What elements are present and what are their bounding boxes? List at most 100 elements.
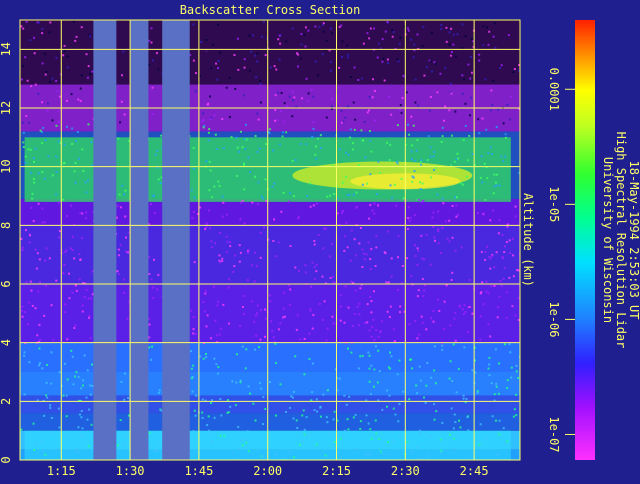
speckle [434,166,437,169]
speckle [357,324,360,327]
data-gap [130,20,149,460]
speckle [294,159,297,162]
speckle [368,453,371,456]
speckle [506,103,509,106]
speckle [451,271,454,274]
speckle [493,284,496,287]
speckle [429,155,432,158]
speckle [349,128,352,131]
speckle [331,164,334,167]
speckle [487,367,490,370]
speckle [215,147,218,150]
speckle [458,305,461,308]
speckle [390,275,393,278]
speckle [416,337,419,340]
speckle [453,317,456,320]
speckle [410,358,413,361]
speckle [354,313,357,316]
speckle [160,134,163,137]
speckle [478,53,481,56]
speckle [51,77,54,80]
speckle [123,113,126,116]
y-tick-label: 6 [0,280,13,287]
speckle [77,376,80,379]
speckle [157,68,160,71]
speckle [39,362,42,365]
speckle [443,328,446,331]
speckle [81,310,84,313]
speckle [124,215,127,218]
speckle [332,322,335,325]
speckle [41,441,44,444]
speckle [244,123,247,126]
speckle [190,309,193,312]
speckle [476,391,479,394]
speckle [357,164,360,167]
speckle [349,76,352,79]
speckle [87,65,90,68]
speckle [313,239,316,242]
speckle [420,159,423,162]
speckle [358,242,361,245]
speckle [495,173,498,176]
speckle [455,435,458,438]
speckle [497,306,500,309]
speckle [459,426,462,429]
speckle [280,210,283,213]
speckle [373,338,376,341]
speckle [303,428,306,431]
speckle [218,333,221,336]
speckle [57,201,60,204]
speckle [417,289,420,292]
speckle [258,382,261,385]
speckle [493,266,496,269]
speckle [154,153,157,156]
speckle [249,69,252,72]
speckle [471,312,474,315]
speckle [227,286,230,289]
speckle [213,114,216,117]
speckle [37,21,40,24]
speckle [117,254,120,257]
speckle [273,182,276,185]
speckle [448,377,451,380]
speckle [514,314,517,317]
speckle [194,332,197,335]
speckle [345,151,348,154]
speckle [346,105,349,108]
speckle [400,177,403,180]
speckle [366,32,369,35]
speckle [148,445,151,448]
speckle [85,288,88,291]
speckle [455,196,458,199]
speckle [303,337,306,340]
speckle [256,112,259,115]
speckle [405,91,408,94]
speckle [203,124,206,127]
x-tick-label: 2:00 [253,464,282,478]
speckle [478,443,481,446]
speckle [495,126,498,129]
speckle [303,433,306,436]
speckle [34,147,37,150]
speckle [499,279,502,282]
speckle [277,241,280,244]
speckle [287,200,290,203]
speckle [41,142,44,145]
speckle [452,343,455,346]
speckle [454,55,457,58]
speckle [44,259,47,262]
speckle [425,66,428,69]
speckle [28,301,31,304]
speckle [192,146,195,149]
speckle [338,66,341,69]
speckle [432,310,435,313]
speckle [495,251,498,254]
speckle [406,441,409,444]
speckle [448,433,451,436]
speckle [260,195,263,198]
speckle [55,79,58,82]
speckle [481,281,484,284]
speckle [192,315,195,318]
speckle [52,338,55,341]
